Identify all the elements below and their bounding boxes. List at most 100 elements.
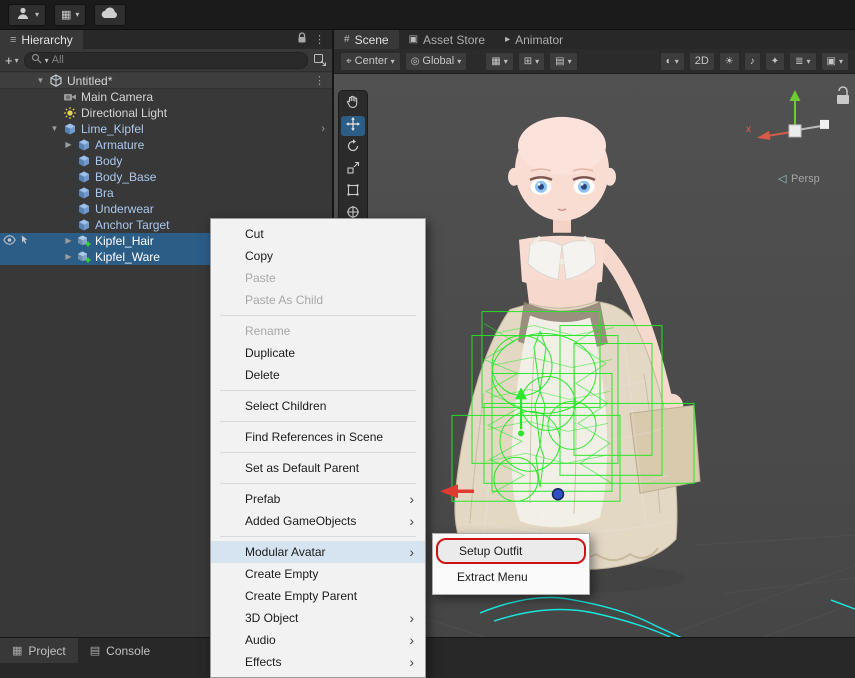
context-menu-item-audio[interactable]: Audio › bbox=[211, 629, 425, 651]
create-object-button[interactable]: + ▾ bbox=[5, 53, 19, 68]
expand-triangle-icon[interactable]: ▶ bbox=[62, 233, 75, 249]
context-menu-item-copy[interactable]: Copy bbox=[211, 245, 425, 267]
expand-triangle-icon[interactable]: ▼ bbox=[34, 73, 47, 89]
caret-down-icon: ▾ bbox=[806, 56, 811, 66]
caret-down-icon: ▾ bbox=[838, 56, 843, 66]
context-menu-item-create-empty[interactable]: Create Empty bbox=[211, 563, 425, 585]
menu-separator bbox=[220, 421, 416, 422]
hierarchy-row-body[interactable]: Body bbox=[0, 153, 332, 169]
hierarchy-row-bra[interactable]: Bra bbox=[0, 185, 332, 201]
kebab-menu-icon[interactable]: ⋮ bbox=[314, 33, 325, 46]
menu-item-label: Duplicate bbox=[245, 346, 296, 360]
context-menu-item-delete[interactable]: Delete bbox=[211, 364, 425, 386]
tab-scene[interactable]: # Scene bbox=[334, 30, 399, 49]
snap-increment-button[interactable]: ▤ ▾ bbox=[549, 51, 578, 71]
context-menu-item-create-empty-parent[interactable]: Create Empty Parent bbox=[211, 585, 425, 607]
context-menu-item-paste: Paste bbox=[211, 267, 425, 289]
context-menu-item-cut[interactable]: Cut bbox=[211, 223, 425, 245]
audio-toggle-button[interactable]: ♪ bbox=[743, 51, 761, 71]
hierarchy-row-lime-kipfel[interactable]: ▼ Lime_Kipfel › bbox=[0, 121, 332, 137]
gizmo-center-cube[interactable] bbox=[788, 124, 802, 138]
tab-label: Console bbox=[106, 643, 151, 658]
context-menu-item-find-references-in-scene[interactable]: Find References in Scene bbox=[211, 426, 425, 448]
tab-console[interactable]: ▤ Console bbox=[78, 638, 162, 663]
pivot-mode-button[interactable]: ⌖ Center ▾ bbox=[340, 51, 401, 71]
hand-tool-icon bbox=[346, 95, 360, 114]
z-axis-cube[interactable] bbox=[820, 119, 829, 129]
scene-tool-strip bbox=[338, 90, 368, 228]
grid-visibility-button[interactable]: ▦ ▾ bbox=[485, 51, 514, 71]
caret-down-icon: ▾ bbox=[390, 56, 395, 66]
context-menu-item-3d-object[interactable]: 3D Object › bbox=[211, 607, 425, 629]
submenu-item-setup-outfit[interactable]: Setup Outfit bbox=[436, 538, 586, 564]
layers-dropdown-button[interactable]: ≣ ▾ bbox=[789, 51, 817, 71]
z-axis-handle[interactable] bbox=[551, 488, 565, 501]
shading-mode-button[interactable]: ◐ ▾ bbox=[659, 51, 685, 71]
caret-down-icon: ▾ bbox=[457, 56, 462, 66]
submenu-arrow-icon: › bbox=[409, 513, 414, 529]
2d-toggle-button[interactable]: 2D bbox=[688, 51, 715, 71]
prefab-icon bbox=[61, 122, 78, 136]
menu-separator bbox=[220, 536, 416, 537]
context-menu: Cut Copy Paste Paste As Child Rename Duplicat… bbox=[210, 218, 426, 678]
move-tool[interactable] bbox=[341, 116, 365, 136]
search-filter-caret-icon[interactable]: ▾ bbox=[45, 56, 49, 65]
rect-tool[interactable] bbox=[341, 182, 365, 202]
tab-animator[interactable]: ▸ Animator bbox=[495, 30, 573, 49]
hierarchy-search-input[interactable]: ▾ All bbox=[23, 51, 308, 69]
hierarchy-row-underwear[interactable]: Underwear bbox=[0, 201, 332, 217]
tab-asset-store[interactable]: ▣ Asset Store bbox=[399, 30, 495, 49]
hierarchy-toolbar: + ▾ ▾ All bbox=[0, 49, 332, 72]
tab-project[interactable]: ▦ Project bbox=[0, 638, 78, 663]
context-menu-item-select-children[interactable]: Select Children bbox=[211, 395, 425, 417]
pick-icon[interactable] bbox=[20, 234, 29, 248]
persp-label-group[interactable]: ◁ Persp bbox=[778, 173, 820, 185]
hand-tool[interactable] bbox=[341, 94, 365, 114]
prefab-chevron-icon[interactable]: › bbox=[321, 121, 325, 137]
expand-triangle-icon[interactable]: ▶ bbox=[62, 137, 75, 153]
hierarchy-tabbar: ≡ Hierarchy ⋮ bbox=[0, 30, 332, 49]
prefab-icon bbox=[75, 202, 92, 216]
expand-triangle-icon[interactable]: ▼ bbox=[48, 121, 61, 137]
lighting-toggle-button[interactable]: ☀ bbox=[718, 51, 740, 71]
context-menu-item-set-as-default-parent[interactable]: Set as Default Parent bbox=[211, 457, 425, 479]
caret-down-icon: ▾ bbox=[75, 10, 80, 19]
orientation-mode-button[interactable]: ◎ Global ▾ bbox=[404, 51, 468, 71]
menu-item-label: Paste bbox=[245, 271, 276, 285]
submenu-item-extract-menu[interactable]: Extract Menu bbox=[436, 564, 586, 590]
scene-picker-button[interactable] bbox=[313, 53, 327, 67]
lock-icon[interactable] bbox=[297, 32, 307, 47]
hierarchy-row-directional-light[interactable]: Directional Light bbox=[0, 105, 332, 121]
context-menu-item-effects[interactable]: Effects › bbox=[211, 651, 425, 673]
tab-label: Project bbox=[28, 643, 66, 658]
added-icon bbox=[75, 234, 92, 248]
hierarchy-row-body-base[interactable]: Body_Base bbox=[0, 169, 332, 185]
snap-settings-button[interactable]: ⊞ ▾ bbox=[517, 51, 546, 71]
menu-separator bbox=[220, 390, 416, 391]
context-menu-item-modular-avatar[interactable]: Modular Avatar › bbox=[211, 541, 425, 563]
tab-hierarchy[interactable]: ≡ Hierarchy bbox=[0, 30, 83, 49]
prefab-icon bbox=[75, 218, 92, 232]
context-menu-item-duplicate[interactable]: Duplicate bbox=[211, 342, 425, 364]
eye-icon[interactable] bbox=[3, 234, 16, 248]
context-menu-item-added-gameobjects[interactable]: Added GameObjects › bbox=[211, 510, 425, 532]
camera-dropdown-button[interactable]: ▣ ▾ bbox=[820, 51, 849, 71]
expand-triangle-icon[interactable]: ▶ bbox=[62, 249, 75, 265]
rotate-tool[interactable] bbox=[341, 138, 365, 158]
search-icon bbox=[31, 51, 42, 69]
hierarchy-row-main-camera[interactable]: Main Camera bbox=[0, 89, 332, 105]
row-visibility-gutter[interactable] bbox=[3, 233, 29, 249]
kebab-menu-icon[interactable]: ⋮ bbox=[314, 73, 325, 89]
menu-separator bbox=[220, 452, 416, 453]
account-button[interactable]: ▾ bbox=[8, 3, 47, 26]
context-menu-item-prefab[interactable]: Prefab › bbox=[211, 488, 425, 510]
hierarchy-row-untitled[interactable]: ▼ Untitled* ⋮ bbox=[0, 73, 332, 89]
effects-toggle-button[interactable]: ✦ bbox=[764, 51, 786, 71]
caret-down-icon: ▾ bbox=[503, 56, 508, 66]
move-tool-icon bbox=[346, 116, 360, 136]
layer-visibility-button[interactable]: ▦ ▾ bbox=[54, 3, 87, 26]
scale-tool[interactable] bbox=[341, 160, 365, 180]
hierarchy-row-armature[interactable]: ▶ Armature bbox=[0, 137, 332, 153]
cloud-services-button[interactable] bbox=[94, 3, 127, 26]
plus-icon: + bbox=[5, 52, 13, 68]
